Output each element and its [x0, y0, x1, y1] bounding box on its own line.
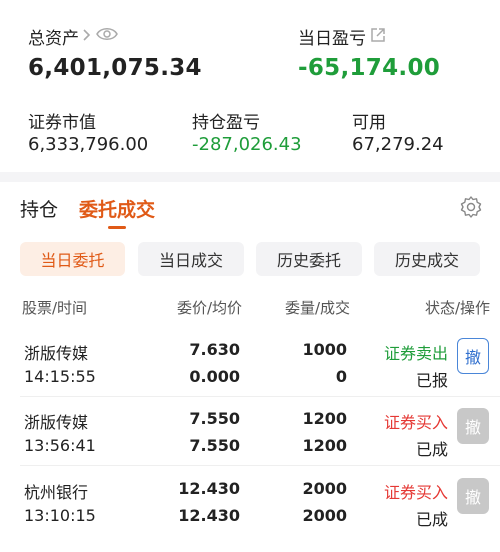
- position-pnl-value: -287,026.43: [192, 134, 302, 155]
- filled-quantity: 1200: [302, 436, 347, 455]
- cancel-order-button[interactable]: 撤: [457, 338, 489, 374]
- order-side: 证券买入: [383, 413, 448, 432]
- total-assets-label: 总资产: [28, 29, 79, 49]
- row-divider: [20, 396, 500, 397]
- stock-name: 杭州银行: [24, 483, 89, 502]
- cancel-order-button: 撤: [457, 478, 489, 514]
- order-status: 已成: [415, 510, 448, 529]
- available-label: 可用: [352, 113, 386, 133]
- order-time: 14:15:55: [24, 367, 96, 386]
- order-price: 12.430: [178, 479, 240, 498]
- filled-quantity: 0: [335, 367, 347, 386]
- cancel-order-button: 撤: [457, 408, 489, 444]
- header-price-avg: 委价/均价: [176, 299, 242, 317]
- header-status-action: 状态/操作: [424, 299, 490, 317]
- header-stock-time: 股票/时间: [22, 299, 88, 317]
- stock-name: 浙版传媒: [24, 413, 89, 432]
- today-pnl-value: -65,174.00: [298, 55, 441, 81]
- order-quantity: 1000: [302, 340, 347, 359]
- order-time: 13:56:41: [24, 436, 96, 455]
- average-price: 12.430: [178, 506, 240, 525]
- today-pnl-label: 当日盈亏: [298, 29, 366, 49]
- header-qty-filled: 委量/成交: [284, 299, 350, 317]
- order-price: 7.630: [189, 340, 240, 359]
- segment-today-orders[interactable]: 当日委托: [20, 242, 125, 276]
- gear-icon[interactable]: [459, 195, 483, 219]
- average-price: 0.000: [189, 367, 240, 386]
- order-side: 证券买入: [383, 483, 448, 502]
- filled-quantity: 2000: [302, 506, 347, 525]
- eye-icon[interactable]: [96, 25, 118, 43]
- segment-today-trades[interactable]: 当日成交: [138, 242, 244, 276]
- active-tab-indicator: [108, 226, 126, 229]
- order-quantity: 2000: [302, 479, 347, 498]
- segment-history-trades[interactable]: 历史成交: [374, 242, 480, 276]
- market-value-value: 6,333,796.00: [28, 134, 149, 155]
- available-value: 67,279.24: [352, 134, 444, 155]
- order-time: 13:10:15: [24, 506, 96, 525]
- segment-history-orders[interactable]: 历史委托: [256, 242, 362, 276]
- external-link-icon[interactable]: [370, 27, 386, 43]
- stock-name: 浙版传媒: [24, 344, 89, 363]
- chevron-right-icon[interactable]: [82, 28, 92, 42]
- market-value-label: 证券市值: [28, 113, 96, 133]
- tab-positions[interactable]: 持仓: [20, 195, 58, 222]
- order-side: 证券卖出: [383, 344, 448, 363]
- order-status: 已成: [415, 440, 448, 459]
- tab-orders-trades[interactable]: 委托成交: [79, 195, 155, 222]
- order-status: 已报: [415, 371, 448, 390]
- order-price: 7.550: [189, 409, 240, 428]
- position-pnl-label: 持仓盈亏: [192, 113, 260, 133]
- average-price: 7.550: [189, 436, 240, 455]
- row-divider: [20, 465, 500, 466]
- total-assets-value: 6,401,075.34: [28, 55, 202, 81]
- order-quantity: 1200: [302, 409, 347, 428]
